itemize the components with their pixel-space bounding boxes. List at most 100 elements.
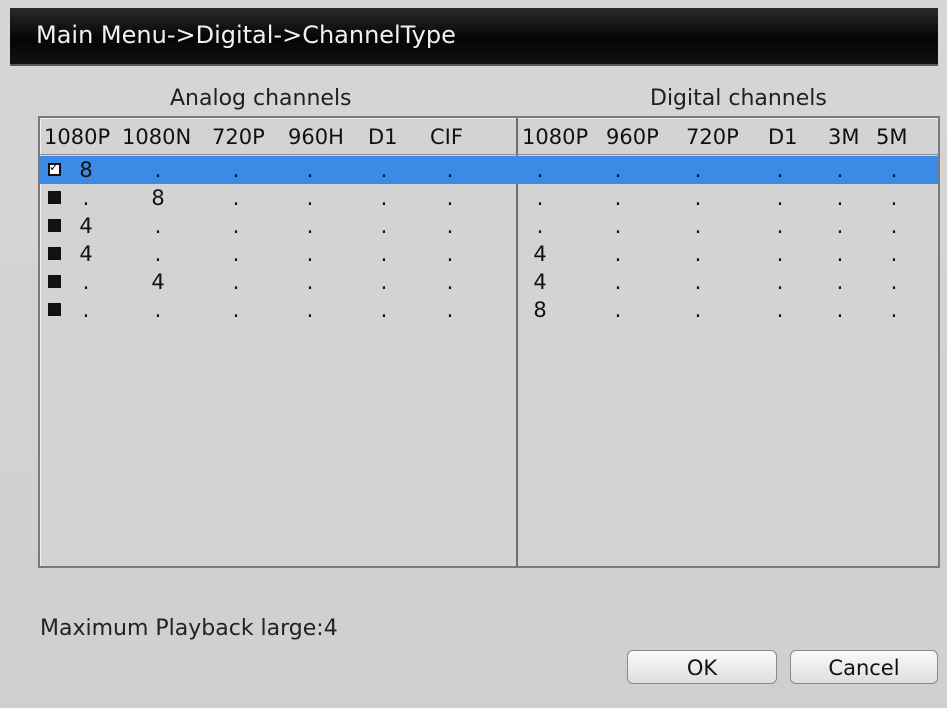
- digital-column-header: 960P: [606, 125, 659, 149]
- analog-cell: .: [380, 158, 388, 182]
- table-row[interactable]: . 8..........: [40, 184, 938, 212]
- digital-cell: .: [614, 298, 622, 322]
- digital-cell: .: [694, 158, 702, 182]
- digital-cell: .: [890, 214, 898, 238]
- table-row[interactable]: ...... 8.....: [40, 296, 938, 324]
- digital-cell: .: [694, 242, 702, 266]
- digital-cell: .: [614, 214, 622, 238]
- analog-column-header: CIF: [430, 125, 463, 149]
- row-checkbox[interactable]: [48, 191, 61, 204]
- digital-channels-title: Digital channels: [650, 86, 827, 111]
- analog-cell: .: [232, 214, 240, 238]
- digital-cell: .: [694, 186, 702, 210]
- analog-cell: .: [380, 298, 388, 322]
- analog-cell: .: [446, 242, 454, 266]
- digital-cell: .: [890, 270, 898, 294]
- digital-cell: .: [776, 298, 784, 322]
- digital-cell: .: [836, 186, 844, 210]
- analog-cell: .: [232, 242, 240, 266]
- digital-cell: .: [614, 158, 622, 182]
- cancel-button[interactable]: Cancel: [790, 650, 938, 684]
- digital-cell: .: [776, 214, 784, 238]
- table-row[interactable]: 4...........: [40, 212, 938, 240]
- table-row[interactable]: 4..... 4.....: [40, 240, 938, 268]
- title-bar: Main Menu->Digital->ChannelType: [10, 8, 938, 66]
- digital-cell: .: [614, 242, 622, 266]
- digital-cell: .: [694, 270, 702, 294]
- digital-cell: .: [776, 186, 784, 210]
- digital-cell: .: [836, 158, 844, 182]
- analog-column-header: D1: [368, 125, 398, 149]
- analog-cell: 4: [79, 242, 93, 266]
- digital-cell: .: [890, 158, 898, 182]
- analog-column-header: 1080N: [122, 125, 192, 149]
- digital-column-header: 1080P: [522, 125, 589, 149]
- digital-column-header: D1: [768, 125, 798, 149]
- analog-channels-title: Analog channels: [170, 86, 352, 111]
- ok-button[interactable]: OK: [627, 650, 777, 684]
- digital-cell: .: [614, 270, 622, 294]
- analog-cell: 8: [79, 158, 93, 182]
- analog-cell: .: [82, 186, 90, 210]
- analog-column-header: 720P: [212, 125, 265, 149]
- analog-cell: .: [232, 186, 240, 210]
- digital-cell: .: [890, 298, 898, 322]
- digital-cell: .: [890, 186, 898, 210]
- digital-cell: 4: [533, 270, 547, 294]
- channel-type-dialog: Main Menu->Digital->ChannelType Analog c…: [0, 0, 947, 708]
- analog-cell: .: [446, 186, 454, 210]
- digital-cell: 8: [533, 298, 547, 322]
- digital-cell: .: [536, 186, 544, 210]
- digital-cell: .: [536, 214, 544, 238]
- analog-cell: .: [306, 158, 314, 182]
- digital-cell: .: [836, 298, 844, 322]
- analog-cell: .: [306, 242, 314, 266]
- analog-cell: .: [380, 242, 388, 266]
- digital-cell: .: [836, 242, 844, 266]
- analog-cell: .: [446, 270, 454, 294]
- table-row[interactable]: 8...........: [40, 156, 938, 184]
- analog-cell: .: [446, 158, 454, 182]
- analog-cell: .: [306, 298, 314, 322]
- analog-cell: .: [154, 158, 162, 182]
- row-checkbox[interactable]: [48, 247, 61, 260]
- digital-column-header: 720P: [686, 125, 739, 149]
- analog-cell: 8: [151, 186, 165, 210]
- analog-cell: .: [82, 270, 90, 294]
- digital-cell: .: [694, 298, 702, 322]
- analog-cell: 4: [79, 214, 93, 238]
- digital-cell: .: [614, 186, 622, 210]
- analog-cell: .: [446, 298, 454, 322]
- row-checkbox[interactable]: [48, 219, 61, 232]
- analog-cell: .: [380, 186, 388, 210]
- analog-cell: .: [154, 214, 162, 238]
- digital-column-header: 5M: [876, 125, 908, 149]
- analog-cell: .: [306, 214, 314, 238]
- digital-cell: .: [836, 270, 844, 294]
- digital-cell: 4: [533, 242, 547, 266]
- window-title: Main Menu->Digital->ChannelType: [36, 21, 456, 49]
- analog-column-header: 1080P: [44, 125, 111, 149]
- digital-cell: .: [694, 214, 702, 238]
- analog-cell: .: [232, 298, 240, 322]
- max-playback-text: Maximum Playback large:4: [40, 616, 338, 641]
- analog-cell: .: [232, 270, 240, 294]
- row-checkbox[interactable]: [48, 275, 61, 288]
- digital-cell: .: [890, 242, 898, 266]
- digital-cell: .: [536, 158, 544, 182]
- digital-cell: .: [776, 270, 784, 294]
- row-checkbox[interactable]: [48, 160, 61, 176]
- analog-cell: .: [380, 270, 388, 294]
- header-separator: [40, 154, 938, 155]
- analog-cell: .: [232, 158, 240, 182]
- digital-cell: .: [776, 158, 784, 182]
- analog-cell: 4: [151, 270, 165, 294]
- analog-cell: .: [154, 298, 162, 322]
- analog-column-header: 960H: [288, 125, 344, 149]
- analog-cell: .: [446, 214, 454, 238]
- digital-cell: .: [776, 242, 784, 266]
- analog-cell: .: [306, 186, 314, 210]
- row-checkbox[interactable]: [48, 303, 61, 316]
- table-row[interactable]: . 4.... 4.....: [40, 268, 938, 296]
- analog-cell: .: [380, 214, 388, 238]
